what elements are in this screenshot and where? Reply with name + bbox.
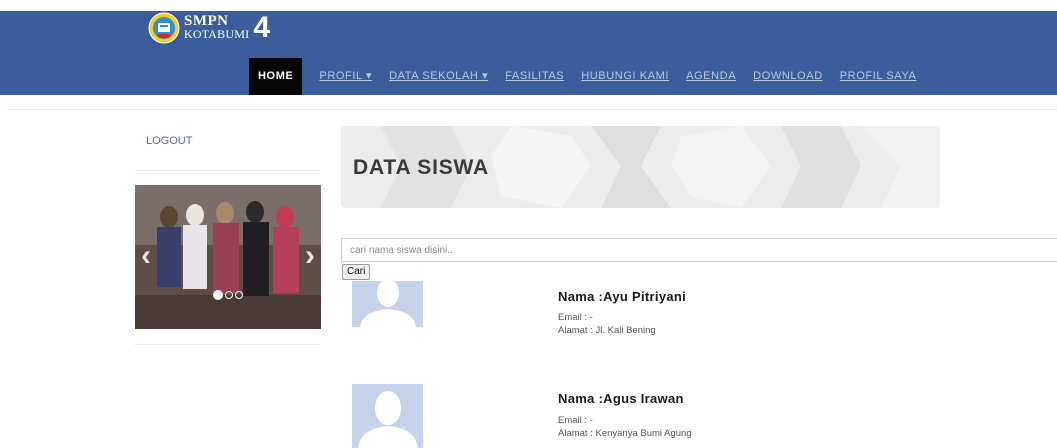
student-avatar [352, 384, 423, 448]
nav-profil[interactable]: PROFIL ▾ [319, 58, 372, 95]
student-address: Alamat : Kenyanya Bumi Agung [558, 428, 692, 439]
student-name: Nama :Agus Irawan [558, 391, 684, 406]
nav-profil-saya[interactable]: PROFIL SAYA [840, 58, 917, 95]
sidebar-divider [135, 170, 320, 171]
search-input[interactable] [341, 238, 1057, 262]
chevron-left-icon[interactable]: ‹ [141, 241, 151, 271]
brand-line2: KOTABUMI [184, 27, 250, 41]
search-button[interactable]: Cari [342, 264, 371, 280]
nav-hubungi-kami[interactable]: HUBUNGI KAMI [581, 58, 669, 95]
divider [7, 109, 1057, 110]
student-address: Alamat : Jl. Kali Bening [558, 325, 656, 336]
nav-download[interactable]: DOWNLOAD [753, 58, 823, 95]
nav-fasilitas[interactable]: FASILITAS [505, 58, 564, 95]
student-email: Email : - [558, 415, 593, 426]
nav-home[interactable]: HOME [249, 58, 303, 95]
student-avatar [352, 281, 423, 327]
default-user-icon [352, 281, 423, 327]
sidebar-divider [135, 344, 320, 345]
brand-logo[interactable]: SMPN KOTABUMI 4 [148, 11, 270, 45]
chevron-right-icon[interactable]: › [305, 241, 315, 271]
slider-photo [135, 185, 321, 329]
student-name: Nama :Ayu Pitriyani [558, 289, 687, 304]
main-menu: HOME PROFIL ▾ DATA SEKOLAH ▾ FASILITAS H… [249, 58, 916, 95]
slide-indicator[interactable] [213, 290, 223, 300]
slide-indicator[interactable] [235, 291, 243, 299]
top-navbar: SMPN KOTABUMI 4 HOME PROFIL ▾ DATA SEKOL… [0, 11, 1057, 95]
slide-indicator[interactable] [225, 291, 233, 299]
slider-indicators [213, 290, 243, 300]
brand-number: 4 [253, 11, 270, 44]
logout-link[interactable]: LOGOUT [146, 135, 192, 147]
nav-data-sekolah[interactable]: DATA SEKOLAH ▾ [389, 58, 488, 95]
student-email: Email : - [558, 312, 593, 323]
nav-agenda[interactable]: AGENDA [686, 58, 736, 95]
photo-slider[interactable]: ‹ › [135, 185, 321, 329]
default-user-icon [352, 384, 423, 448]
school-emblem-icon [148, 12, 180, 44]
page-banner: DATA SISWA [341, 126, 940, 208]
page-title: DATA SISWA [353, 156, 489, 179]
